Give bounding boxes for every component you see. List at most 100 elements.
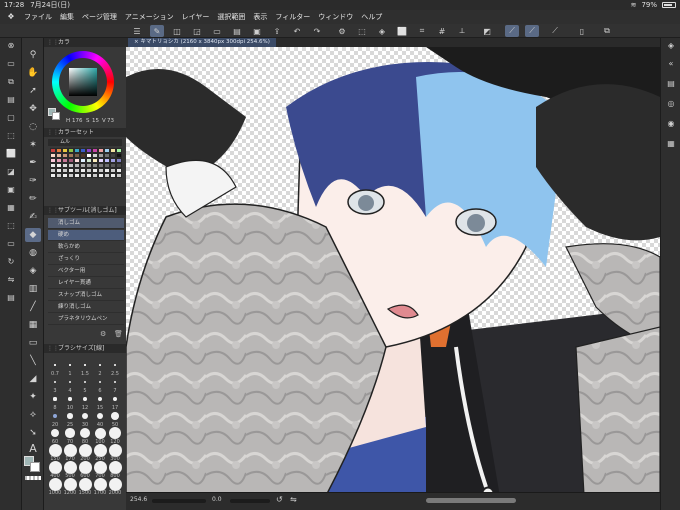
brush-size-dot[interactable] [93,477,107,491]
open-folder-icon[interactable]: ▤ [230,25,244,37]
operation-tool-icon[interactable]: ➚ [25,84,41,98]
hamburger-icon[interactable]: ☰ [130,25,144,37]
rotation-slider[interactable] [230,499,270,503]
eyedropper-tool-icon[interactable]: ✒ [25,156,41,170]
current-color-sub[interactable] [52,112,60,120]
menu-view[interactable]: 表示 [249,12,271,22]
brush-size-dot[interactable] [108,477,122,491]
navigator-icon[interactable]: ◎ [664,98,678,110]
selection-icon[interactable]: ⬜ [395,25,409,37]
menu-help[interactable]: ヘルプ [357,12,386,22]
shrink-icon[interactable]: ▦ [4,202,18,214]
auto-select-tool-icon[interactable]: ✶ [25,138,41,152]
hand-tool-icon[interactable]: ✋ [25,66,41,80]
rotate-icon[interactable]: ↻ [4,256,18,268]
brush-size-dot[interactable] [99,364,101,366]
brush-size-header[interactable]: ⋮⋮ ブラシサイズ[線] [44,344,126,353]
menu-animation[interactable]: アニメーション [121,12,178,22]
brush-size-dot[interactable] [63,460,77,474]
sub-tool-item[interactable]: レイヤー貫通 [48,278,124,289]
snap-icon[interactable]: ◩ [480,25,494,37]
transparent-color-icon[interactable] [25,476,41,480]
sub-tool-item[interactable]: 消しゴム [48,218,124,229]
save-icon[interactable]: ▣ [250,25,264,37]
color-set-header[interactable]: ⋮⋮ カラーセット [44,128,126,137]
brush-size-dot[interactable] [112,396,118,402]
brush-size-dot[interactable] [67,413,73,419]
shape-tool-icon[interactable]: ◢ [25,372,41,386]
layers-icon[interactable]: ◫ [170,25,184,37]
brush-size-dot[interactable] [52,413,58,419]
layer-property-icon[interactable]: ▤ [664,78,678,90]
brush-size-dot[interactable] [108,426,122,440]
sparkle-tool-icon[interactable]: ✦ [25,390,41,404]
menu-filter[interactable]: フィルター [271,12,314,22]
expand-icon[interactable]: ▣ [4,184,18,196]
menu-file[interactable]: ファイル [20,12,56,22]
brush-size-dot[interactable] [111,412,119,420]
settings-icon[interactable]: ⚙ [335,25,349,37]
pointer-tool-icon[interactable]: ➘ [25,426,41,440]
brush-size-dot[interactable] [53,397,57,401]
brush-size-dot[interactable] [48,443,62,457]
brush-size-dot[interactable] [97,396,103,402]
brush-size-dot[interactable] [81,412,88,419]
menu-edit[interactable]: 編集 [56,12,78,22]
brush-size-dot[interactable] [84,364,86,366]
collapse-icon[interactable]: « [664,58,678,70]
brush-size-dot[interactable] [78,477,92,491]
brush-size-dot[interactable] [78,443,92,457]
pen-tool-icon[interactable]: ✎ [150,25,164,37]
flip-horizontal-icon[interactable]: ⇋ [290,495,297,504]
line-tool-icon[interactable]: ╲ [25,354,41,368]
close-icon[interactable]: ⊗ [4,40,18,52]
reset-rotation-icon[interactable]: ↺ [276,495,283,504]
canvas-area[interactable] [126,38,660,510]
brush-size-dot[interactable] [54,381,56,383]
transform-icon[interactable]: ⬚ [355,25,369,37]
brush-size-dot[interactable] [83,397,87,401]
color-wheel[interactable] [52,51,114,113]
horizontal-scrollbar[interactable] [426,498,516,503]
lasso-tool-icon[interactable]: ◌ [25,120,41,134]
pen-tool-palette-icon[interactable]: ✑ [25,174,41,188]
zoom-tool-icon[interactable]: ⚲ [25,48,41,62]
copy-icon[interactable]: ⧉ [4,76,18,88]
pencil-tool-icon[interactable]: ✏ [25,192,41,206]
menu-layer[interactable]: レイヤー [178,12,214,22]
new-canvas-icon[interactable]: ▭ [4,58,18,70]
sub-tool-header[interactable]: ⋮⋮ サブツール[消しゴム] [44,206,126,215]
crop-icon[interactable]: ⌗ [415,25,429,37]
sub-view-icon[interactable]: ◉ [664,118,678,130]
gallery-icon[interactable]: ◲ [190,25,204,37]
brush-size-dot[interactable] [48,460,62,474]
history-icon[interactable]: ▦ [664,138,678,150]
sub-color-swatch[interactable] [30,462,40,472]
zoom-slider[interactable] [152,499,206,503]
brush-size-dot[interactable] [93,443,107,457]
select-all-icon[interactable]: ⬚ [4,130,18,142]
brush-size-dot[interactable] [68,397,72,401]
sub-tool-item[interactable]: スナップ消しゴム [48,290,124,301]
sub-tool-item[interactable]: 硬め [48,230,124,241]
sub-tool-item[interactable]: ざっくり [48,254,124,265]
color-set-grid[interactable] [50,148,122,186]
move-tool-icon[interactable]: ✥ [25,102,41,116]
redo-icon[interactable]: ↷ [310,25,324,37]
sub-tool-item[interactable]: ベクター用 [48,266,124,277]
sub-tool-item[interactable]: 練り消しゴム [48,302,124,313]
flip-icon[interactable]: ⇋ [4,274,18,286]
sub-tool-item[interactable]: 軟らかめ [48,242,124,253]
zoom-value[interactable]: 254.6 [130,496,147,503]
frame-tool-icon[interactable]: ▦ [25,318,41,332]
transform-small-icon[interactable]: ⬚ [4,220,18,232]
color-set-selector[interactable]: ムル [48,139,122,146]
brush-size-dot[interactable] [114,364,116,366]
ruler-icon[interactable]: ⟂ [455,25,469,37]
text-tool-icon[interactable]: A [25,442,41,456]
fill-icon[interactable]: ◈ [375,25,389,37]
color-swatch[interactable] [116,173,122,178]
stabilizer-icon[interactable]: ⟋ [548,25,562,37]
pressure-icon[interactable]: ⟋ [525,25,539,37]
grid-icon[interactable]: # [435,25,449,37]
